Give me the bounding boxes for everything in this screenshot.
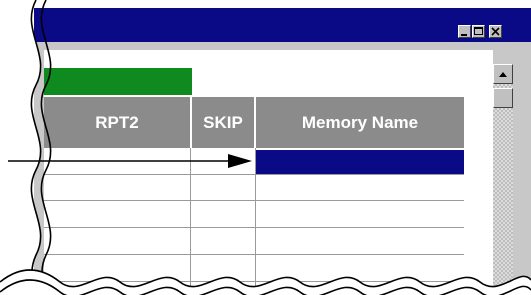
arrow-right-icon (8, 154, 252, 168)
wavy-break-lines (0, 0, 531, 295)
screenshot-stage: RPT2 SKIP Memory Name (0, 0, 531, 295)
